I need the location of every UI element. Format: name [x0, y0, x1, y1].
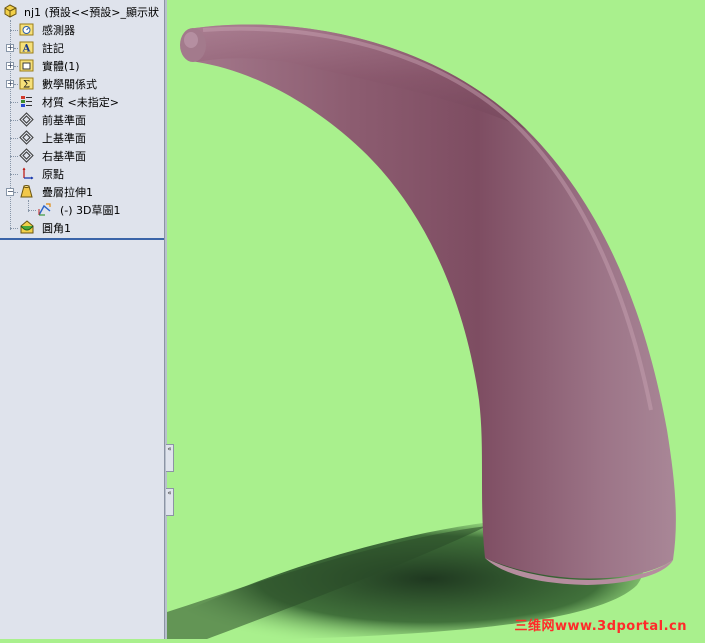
sensor-folder-icon [19, 23, 34, 36]
tree-item-solid-bodies[interactable]: + 實體(1) [0, 57, 164, 75]
tree-item-annotations[interactable]: + A 註記 [0, 39, 164, 57]
tree-item-3d-sketch[interactable]: (-) 3D草圖1 [0, 201, 164, 219]
svg-text:Σ: Σ [23, 80, 30, 91]
annotation-folder-icon: A [19, 41, 34, 55]
tree-item-equations[interactable]: + Σ 數學關係式 [0, 75, 164, 93]
origin-icon [22, 167, 34, 180]
horn-body [180, 24, 676, 579]
3d-sketch-icon [38, 203, 51, 216]
svg-text:A: A [22, 44, 31, 55]
plane-icon [19, 112, 34, 127]
tree-item-top-plane[interactable]: 上基準面 [0, 129, 164, 147]
expand-toggle[interactable]: + [6, 62, 14, 70]
expand-toggle[interactable]: + [6, 44, 14, 52]
tree-item-right-plane[interactable]: 右基準面 [0, 147, 164, 165]
tree-item-front-plane[interactable]: 前基準面 [0, 111, 164, 129]
tree-root-label: nj1 (預設<<預設>_顯示狀 [24, 6, 159, 19]
tree-item-loft[interactable]: − 疊層拉伸1 [0, 183, 164, 201]
graphics-viewport[interactable] [167, 0, 705, 639]
equations-folder-icon: Σ [19, 77, 34, 91]
tree-item-material[interactable]: 材質 <未指定> [0, 93, 164, 111]
horn-model-render [167, 24, 676, 639]
loft-icon [20, 185, 33, 198]
fillet-icon [20, 220, 34, 234]
solid-bodies-folder-icon [19, 59, 34, 72]
plane-icon [19, 148, 34, 163]
rollback-bar[interactable] [0, 238, 164, 240]
tree-item-origin[interactable]: 原點 [0, 165, 164, 183]
watermark-text: 三维网www.3dportal.cn [514, 619, 687, 634]
tree-item-fillet[interactable]: 圓角1 [0, 219, 164, 237]
expand-toggle[interactable]: + [6, 80, 14, 88]
plane-icon [19, 130, 34, 145]
material-icon [21, 96, 32, 107]
collapse-toggle[interactable]: − [6, 188, 14, 196]
tree-item-sensors[interactable]: 感測器 [0, 21, 164, 39]
feature-manager-tree: nj1 (預設<<預設>_顯示狀 感測器 + A 註記 + 實體(1) + Σ … [0, 0, 165, 639]
part-icon [4, 4, 17, 18]
